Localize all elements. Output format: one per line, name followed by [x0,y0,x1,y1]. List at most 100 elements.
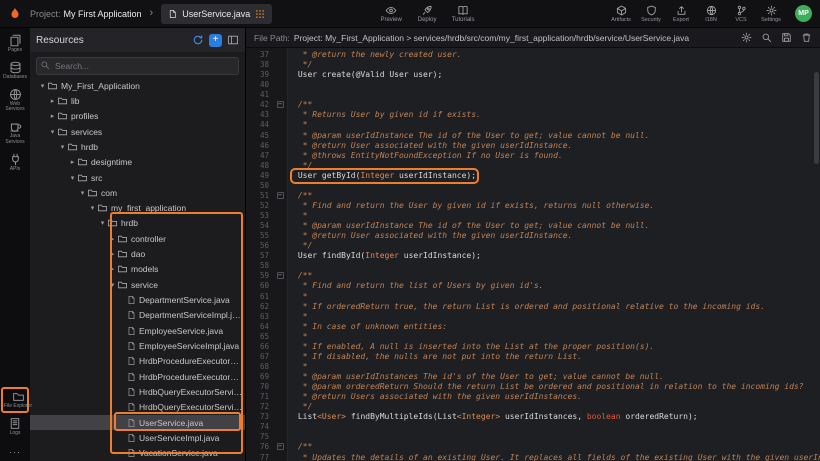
rocket-icon [421,5,433,16]
sidebar-item-apis[interactable]: APIs [0,153,30,173]
fold-icon[interactable]: − [277,272,284,279]
resources-panel: Resources + ▾My_First_Application▸lib▸pr… [30,28,246,461]
file-path-label: File Path: [254,33,290,43]
grid-icon[interactable] [255,9,265,19]
tree-item-models[interactable]: ▸models [30,262,245,277]
tree-item-label: service [131,280,245,290]
tree-item-VacationService.java[interactable]: VacationService.java [30,446,245,461]
line-number: 60 [246,281,273,291]
line-number: 58 [246,261,273,271]
code-line: 50 [246,181,820,191]
chevron-down-icon[interactable]: ▾ [98,219,107,227]
add-resource-button[interactable]: + [209,34,222,47]
chevron-right-icon[interactable]: ▸ [48,112,57,120]
refresh-icon[interactable] [192,34,204,46]
tree-item-UserService.java[interactable]: UserService.java [30,415,245,430]
tree-item-com[interactable]: ▾ com [30,185,245,200]
code-text: * Find and return the User by given id i… [293,201,654,211]
save-button[interactable] [781,32,792,43]
fold-icon[interactable]: − [277,443,284,450]
sidebar-label: Java Services [0,134,30,146]
tree-item-profiles[interactable]: ▸profiles [30,109,245,124]
tree-item-My_First_Application[interactable]: ▾My_First_Application [30,78,245,93]
sidebar-item-pages[interactable]: Pages [0,34,30,54]
chevron-down-icon[interactable]: ▾ [58,143,67,151]
user-avatar[interactable]: MP [795,5,812,22]
branch-icon [736,5,747,16]
more-icon[interactable]: ··· [9,447,21,457]
code-area[interactable]: 37 * @return the newly created user.38 *… [246,48,820,461]
app-logo-flame-icon[interactable] [8,7,22,21]
resources-search [30,52,245,78]
tree-item-HrdbQueryExecutorServiceImpl.java[interactable]: HrdbQueryExecutorServiceImpl.java [30,400,245,415]
code-text: User create(@Valid User user); [293,70,442,80]
chevron-right-icon[interactable]: ▸ [108,265,117,273]
sidebar-item-web-services[interactable]: Web Services [0,88,30,114]
search-input[interactable] [36,57,239,75]
preview-label: Preview [380,17,401,23]
chevron-down-icon[interactable]: ▾ [48,128,57,136]
tutorials-button[interactable]: Tutorials [445,5,481,23]
project-label: Project: [30,9,61,19]
tree-item-hrdb[interactable]: ▾hrdb [30,216,245,231]
tree-item-HrdbQueryExecutorService.java[interactable]: HrdbQueryExecutorService.java [30,384,245,399]
tree-item-designtime[interactable]: ▸designtime [30,155,245,170]
sidebar-item-databases[interactable]: Databases [0,61,30,81]
project-name[interactable]: My First Application [64,9,142,19]
tree-item-label: com [101,188,245,198]
chevron-right-icon[interactable]: ▸ [48,97,57,105]
line-number: 75 [246,432,273,442]
code-text: List<User> findByMultipleIds(List<Intege… [293,412,698,422]
trash-icon [801,32,812,43]
tree-item-controller[interactable]: ▸controller [30,231,245,246]
tree-item-hrdb[interactable]: ▾hrdb [30,139,245,154]
i18n-button[interactable]: I18N [696,5,726,23]
artifacts-button[interactable]: Artifacts [606,5,636,23]
file-icon [127,448,136,458]
sidebar-item-file-explorer[interactable]: File Explorer [3,391,33,410]
chevron-down-icon[interactable]: ▾ [88,204,97,212]
vcs-button[interactable]: VCS [726,5,756,23]
fold-icon[interactable]: − [277,192,284,199]
chevron-down-icon[interactable]: ▾ [78,189,87,197]
chevron-down-icon[interactable]: ▾ [108,281,117,289]
code-line: 55 * @return User associated with the gi… [246,231,820,241]
tree-item-DepartmentServiceImpl.java[interactable]: DepartmentServiceImpl.java [30,308,245,323]
chevron-down-icon[interactable]: ▾ [38,82,47,90]
chevron-right-icon[interactable]: ▸ [68,158,77,166]
tree-item-lib[interactable]: ▸lib [30,93,245,108]
security-button[interactable]: Security [636,5,666,23]
export-button[interactable]: Export [666,5,696,23]
tree-item-src[interactable]: ▾src [30,170,245,185]
code-text: * [293,211,307,221]
tree-item-my_first_application[interactable]: ▾my_first_application [30,201,245,216]
vertical-scrollbar[interactable] [814,72,819,164]
tree-item-EmployeeService.java[interactable]: EmployeeService.java [30,323,245,338]
collapse-panel-icon[interactable] [227,34,239,46]
code-line: 59− /** [246,271,820,281]
editor-search-button[interactable] [761,32,772,43]
preview-button[interactable]: Preview [373,5,409,23]
tree-item-HrdbProcedureExecutorServiceImpl.java[interactable]: HrdbProcedureExecutorServiceImpl.java [30,369,245,384]
sidebar-item-logs[interactable]: Logs [0,417,30,437]
editor-settings-button[interactable] [741,32,752,43]
tree-item-dao[interactable]: ▸dao [30,246,245,261]
tree-item-service[interactable]: ▾ service [30,277,245,292]
chevron-down-icon[interactable]: ▾ [68,174,77,182]
tree-item-DepartmentService.java[interactable]: DepartmentService.java [30,292,245,307]
tree-item-services[interactable]: ▾services [30,124,245,139]
settings-button[interactable]: Settings [756,5,786,23]
tree-item-HrdbProcedureExecutorService.java[interactable]: HrdbProcedureExecutorService.java [30,354,245,369]
resources-header: Resources + [30,28,245,52]
chevron-right-icon[interactable]: ▸ [108,235,117,243]
sidebar-item-java-services[interactable]: Java Services [0,120,30,146]
tree-item-UserServiceImpl.java[interactable]: UserServiceImpl.java [30,430,245,445]
fold-icon[interactable]: − [277,101,284,108]
delete-button[interactable] [801,32,812,43]
chevron-right-icon[interactable]: ▸ [108,250,117,258]
tree-item-EmployeeServiceImpl.java[interactable]: EmployeeServiceImpl.java [30,338,245,353]
tab-userservice-java[interactable]: UserService.java [161,4,272,24]
deploy-button[interactable]: Deploy [409,5,445,23]
code-text: * @param userIdInstances The id's of the… [293,372,664,382]
line-number: 52 [246,201,273,211]
